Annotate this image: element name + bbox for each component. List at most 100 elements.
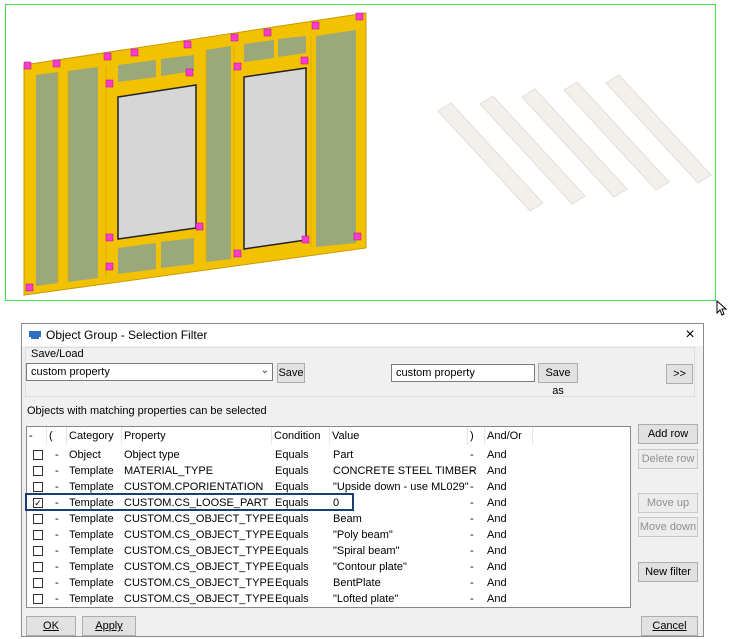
row-checkbox[interactable]: [33, 562, 43, 572]
close-icon[interactable]: ×: [678, 324, 702, 346]
cell-property: CUSTOM.CS_OBJECT_TYPE: [124, 561, 275, 573]
column-header-dash[interactable]: -: [27, 427, 47, 445]
cell-property: Object type: [124, 449, 180, 461]
cell-category: Template: [69, 593, 114, 605]
cell-paren: -: [470, 545, 474, 557]
cell-value: "Poly beam": [333, 529, 393, 541]
table-row[interactable]: - Object Object type Equals Part - And: [27, 447, 630, 463]
cell-property: CUSTOM.CS_OBJECT_TYPE: [124, 513, 275, 525]
row-checkbox[interactable]: [33, 546, 43, 556]
move-up-button[interactable]: Move up: [638, 493, 698, 513]
cell-category: Template: [69, 529, 114, 541]
cell-andor: And: [487, 513, 507, 525]
table-row[interactable]: - Template CUSTOM.CS_OBJECT_TYPE Equals "Con…: [27, 559, 630, 575]
cell-condition: Equals: [275, 529, 309, 541]
row-checkbox[interactable]: [33, 514, 43, 524]
new-filter-button[interactable]: New filter: [638, 562, 698, 582]
preset-select-value: custom property: [31, 366, 110, 378]
object-group-icon: [29, 331, 41, 339]
cell-paren: -: [470, 593, 474, 605]
cell-andor: And: [487, 497, 507, 509]
row-checkbox[interactable]: [33, 594, 43, 604]
saveload-label: Save/Load: [30, 348, 85, 360]
cell-dash: -: [55, 513, 59, 525]
dialog-title: Object Group - Selection Filter: [46, 328, 208, 342]
cell-dash: -: [55, 545, 59, 557]
expand-button[interactable]: >>: [666, 364, 693, 384]
cell-category: Template: [69, 465, 114, 477]
cell-category: Template: [69, 577, 114, 589]
cell-condition: Equals: [275, 593, 309, 605]
save-button[interactable]: Save: [277, 363, 305, 383]
cell-andor: And: [487, 465, 507, 477]
delete-row-button[interactable]: Delete row: [638, 449, 698, 469]
row-checkbox[interactable]: [33, 466, 43, 476]
cell-value: "Lofted plate": [333, 593, 399, 605]
mouse-cursor-icon: [716, 300, 728, 316]
add-row-button[interactable]: Add row: [638, 424, 698, 444]
cell-category: Template: [69, 513, 114, 525]
cancel-button[interactable]: Cancel: [641, 616, 698, 636]
cell-paren: -: [470, 481, 474, 493]
ok-button[interactable]: OK: [26, 616, 76, 636]
cell-andor: And: [487, 545, 507, 557]
cell-dash: -: [55, 593, 59, 605]
cell-paren: -: [470, 529, 474, 541]
cell-dash: -: [55, 561, 59, 573]
column-header-open-paren[interactable]: (: [47, 427, 67, 445]
apply-button[interactable]: Apply: [82, 616, 136, 636]
column-header-condition[interactable]: Condition: [272, 427, 330, 445]
table-row[interactable]: - Template MATERIAL_TYPE Equals CONCRETE STE…: [27, 463, 630, 479]
table-row[interactable]: - Template CUSTOM.CS_OBJECT_TYPE Equals Bent…: [27, 575, 630, 591]
cell-dash: -: [55, 449, 59, 461]
selected-row-highlight: [25, 493, 354, 511]
move-down-button[interactable]: Move down: [638, 517, 698, 537]
column-header-value[interactable]: Value: [330, 427, 468, 445]
cell-andor: And: [487, 481, 507, 493]
table-row[interactable]: - Template CUSTOM.CS_OBJECT_TYPE Equals "Spi…: [27, 543, 630, 559]
table-row[interactable]: - Template CUSTOM.CS_OBJECT_TYPE Equals "Pol…: [27, 527, 630, 543]
cell-andor: And: [487, 561, 507, 573]
column-header-andor[interactable]: And/Or: [485, 427, 533, 445]
cell-category: Object: [69, 449, 101, 461]
cell-condition: Equals: [275, 577, 309, 589]
cell-value: CONCRETE STEEL TIMBER: [333, 465, 477, 477]
column-header-close-paren[interactable]: ): [468, 427, 485, 445]
cell-property: CUSTOM.CS_OBJECT_TYPE: [124, 577, 275, 589]
wall-panel-model: [23, 12, 712, 296]
cell-property: MATERIAL_TYPE: [124, 465, 214, 477]
column-header-property[interactable]: Property: [122, 427, 272, 445]
cell-category: Template: [69, 545, 114, 557]
row-checkbox[interactable]: [33, 578, 43, 588]
cell-value: "Spiral beam": [333, 545, 400, 557]
saveas-name-input[interactable]: custom property: [391, 364, 535, 382]
cell-value: BentPlate: [333, 577, 381, 589]
cell-paren: -: [470, 497, 474, 509]
cell-property: CUSTOM.CS_OBJECT_TYPE: [124, 545, 275, 557]
cell-property: CUSTOM.CS_OBJECT_TYPE: [124, 593, 275, 605]
dropdown-arrow-icon: ⌄: [260, 365, 269, 376]
cell-andor: And: [487, 577, 507, 589]
row-checkbox[interactable]: [33, 450, 43, 460]
info-text: Objects with matching properties can be …: [27, 405, 267, 417]
model-viewport[interactable]: [5, 4, 716, 301]
filter-grid[interactable]: - ( Category Property Condition Value ) …: [26, 426, 631, 608]
cell-value: Beam: [333, 513, 362, 525]
cell-condition: Equals: [275, 449, 309, 461]
cell-property: CUSTOM.CS_OBJECT_TYPE: [124, 529, 275, 541]
table-row[interactable]: - Template CUSTOM.CS_OBJECT_TYPE Equals "Lof…: [27, 591, 630, 607]
cell-dash: -: [55, 465, 59, 477]
table-row[interactable]: - Template CUSTOM.CS_OBJECT_TYPE Equals Beam…: [27, 511, 630, 527]
column-header-category[interactable]: Category: [67, 427, 122, 445]
cell-andor: And: [487, 593, 507, 605]
title-bar[interactable]: Object Group - Selection Filter ×: [22, 324, 703, 346]
selection-filter-dialog: Object Group - Selection Filter × Save/L…: [21, 323, 704, 637]
save-as-button[interactable]: Save as: [538, 363, 578, 397]
cell-paren: -: [470, 513, 474, 525]
cell-condition: Equals: [275, 545, 309, 557]
cell-condition: Equals: [275, 561, 309, 573]
cell-dash: -: [55, 529, 59, 541]
row-checkbox[interactable]: [33, 530, 43, 540]
row-checkbox[interactable]: [33, 482, 43, 492]
preset-select[interactable]: custom property ⌄: [26, 363, 273, 381]
